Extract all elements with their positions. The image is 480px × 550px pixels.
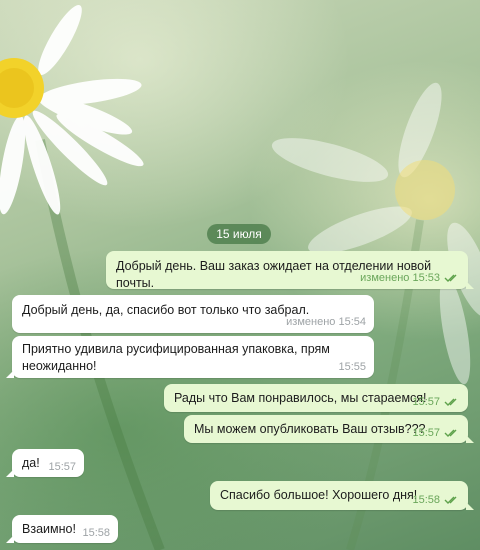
message-text-line: Приятно удивила русифицированная упаковк…: [22, 342, 330, 356]
message-time: изменено 15:53: [360, 272, 440, 284]
message-meta: 15:58: [82, 527, 110, 539]
double-check-icon: [444, 398, 457, 406]
message-meta: изменено 15:54: [286, 316, 366, 328]
message-time: 15:57: [412, 427, 440, 439]
date-separator: 15 июля: [207, 224, 271, 244]
message-meta: 15:57: [412, 396, 460, 408]
message-text: Мы можем опубликовать Ваш отзыв???: [194, 422, 426, 436]
message-time: изменено 15:54: [286, 316, 366, 328]
double-check-icon: [444, 496, 457, 504]
message-meta: изменено 15:53: [360, 272, 460, 284]
double-check-icon: [444, 274, 457, 282]
message-text: Взаимно!: [22, 522, 76, 536]
message-time: 15:55: [338, 361, 366, 373]
message-time: 15:58: [82, 527, 110, 539]
message-time: 15:57: [412, 396, 440, 408]
message-outgoing[interactable]: Спасибо большое! Хорошего дня! 15:58: [210, 481, 474, 510]
message-meta: 15:58: [412, 494, 460, 506]
message-incoming[interactable]: Приятно удивила русифицированная упаковк…: [6, 336, 374, 378]
message-text: Добрый день, да, спасибо вот только что …: [22, 303, 310, 317]
message-text-line: неожиданно!: [22, 359, 97, 373]
message-text: да!: [22, 456, 40, 470]
message-text: Рады что Вам понравилось, мы стараемся!: [174, 391, 427, 405]
message-meta: 15:57: [48, 461, 76, 473]
message-outgoing[interactable]: Мы можем опубликовать Ваш отзыв??? 15:57: [184, 415, 474, 443]
message-text: Приятно удивила русифицированная упаковк…: [22, 341, 330, 375]
double-check-icon: [444, 429, 457, 437]
chat-message-list[interactable]: 15 июля Добрый день. Ваш заказ ожидает н…: [0, 0, 480, 550]
message-time: 15:57: [48, 461, 76, 473]
message-incoming[interactable]: да! 15:57: [6, 449, 84, 477]
message-time: 15:58: [412, 494, 440, 506]
message-outgoing[interactable]: Рады что Вам понравилось, мы стараемся! …: [164, 384, 468, 412]
message-text: Спасибо большое! Хорошего дня!: [220, 488, 418, 502]
message-incoming[interactable]: Взаимно! 15:58: [6, 515, 118, 543]
message-meta: 15:57: [412, 427, 460, 439]
message-meta: 15:55: [338, 361, 366, 373]
message-outgoing[interactable]: Добрый день. Ваш заказ ожидает на отделе…: [106, 251, 474, 290]
message-incoming[interactable]: Добрый день, да, спасибо вот только что …: [12, 295, 374, 333]
